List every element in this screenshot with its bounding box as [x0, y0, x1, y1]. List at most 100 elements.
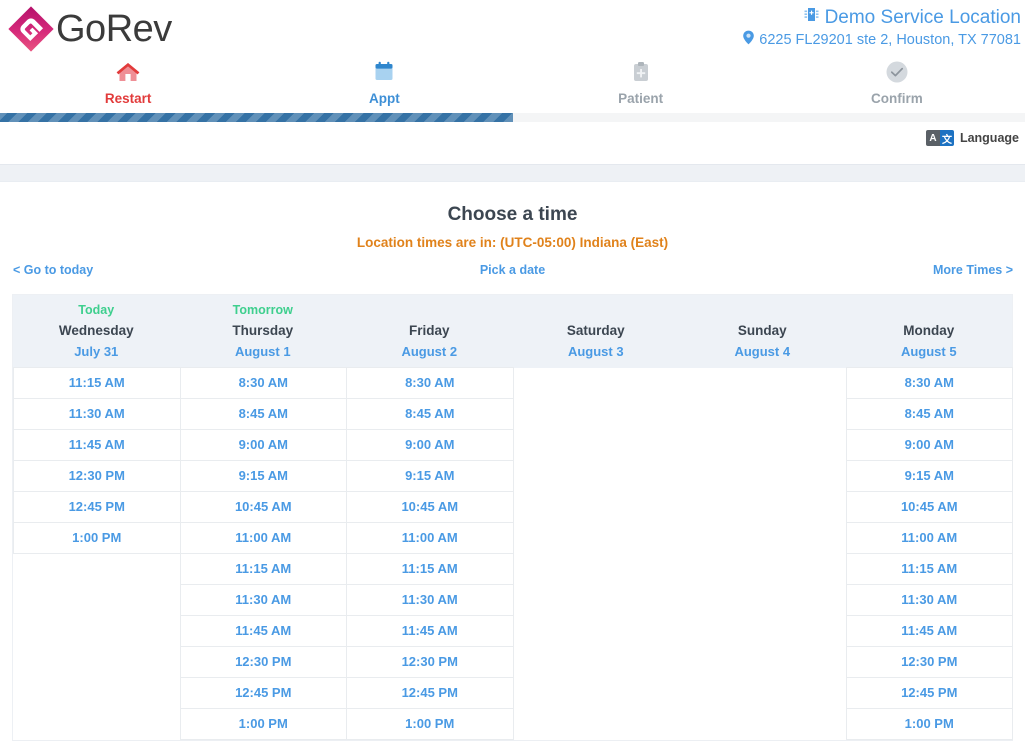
- brand-name: GoRev: [56, 8, 172, 50]
- map-pin-icon: [742, 30, 755, 51]
- translate-icon: A 文: [925, 130, 954, 146]
- time-slot-button[interactable]: 12:30 PM: [346, 646, 514, 678]
- day-relative-label: Tomorrow: [232, 303, 293, 317]
- time-slot-button[interactable]: 11:45 AM: [13, 429, 181, 461]
- time-slot-button[interactable]: 12:30 PM: [179, 646, 347, 678]
- service-location-address-row: 6225 FL29201 ste 2, Houston, TX 77081: [742, 30, 1021, 51]
- step-appt-label: Appt: [369, 91, 400, 106]
- service-location-block: Demo Service Location 6225 FL29201 ste 2…: [742, 6, 1021, 51]
- day-date-label[interactable]: August 1: [180, 344, 347, 359]
- service-location-name: Demo Service Location: [824, 6, 1021, 28]
- time-slot-button[interactable]: 11:30 AM: [13, 398, 181, 430]
- day-date-label[interactable]: August 4: [679, 344, 846, 359]
- time-slot-button[interactable]: 12:45 PM: [346, 677, 514, 709]
- timezone-note: Location times are in: (UTC-05:00) India…: [356, 235, 669, 250]
- progress-bar-fill: [0, 113, 513, 122]
- time-slot-button[interactable]: 8:45 AM: [179, 398, 347, 430]
- calendar-day-header: Monday August 5: [846, 295, 1013, 368]
- time-slot-button[interactable]: 8:45 AM: [346, 398, 514, 430]
- time-slot-button[interactable]: 11:15 AM: [179, 553, 347, 585]
- calendar-day-header: Sunday August 4: [679, 295, 846, 368]
- time-slot-button[interactable]: 12:30 PM: [13, 460, 181, 492]
- calendar-day-column: 11:15 AM 11:30 AM 11:45 AM 12:30 PM 12:45 PM…: [13, 367, 181, 740]
- time-slot-button[interactable]: 11:45 AM: [346, 615, 514, 647]
- time-slot-button[interactable]: 8:30 AM: [346, 367, 514, 399]
- time-slot-button[interactable]: 1:00 PM: [179, 708, 347, 740]
- home-icon: [115, 59, 141, 85]
- brand-logo[interactable]: GoRev: [8, 6, 172, 52]
- calendar-day-header: Saturday August 3: [513, 295, 680, 368]
- calendar-day-header: Today Wednesday July 31: [13, 295, 180, 368]
- appointment-scheduler-page: GoRev Demo Service Location 6225 FL29201…: [0, 0, 1025, 747]
- day-name-label: Thursday: [232, 323, 294, 338]
- step-confirm[interactable]: Confirm: [769, 56, 1025, 113]
- section-divider: [0, 164, 1025, 182]
- calendar-day-column: 8:30 AM 8:45 AM 9:00 AM 9:15 AM 10:45 AM 11:0…: [179, 367, 347, 740]
- translate-icon-latin-glyph: A: [925, 130, 940, 146]
- calendar-day-column: [513, 368, 680, 740]
- time-slot-button[interactable]: 11:45 AM: [845, 615, 1013, 647]
- time-slot-button[interactable]: 12:45 PM: [845, 677, 1013, 709]
- day-relative-label: Today: [78, 303, 115, 317]
- time-slot-button[interactable]: 8:30 AM: [845, 367, 1013, 399]
- time-slot-button[interactable]: 8:30 AM: [179, 367, 347, 399]
- time-slot-button[interactable]: 1:00 PM: [346, 708, 514, 740]
- pick-a-date-link[interactable]: Pick a date: [480, 263, 545, 277]
- time-slot-button[interactable]: 8:45 AM: [845, 398, 1013, 430]
- time-slot-button[interactable]: 9:00 AM: [179, 429, 347, 461]
- hospital-icon: [803, 6, 820, 29]
- time-slot-button[interactable]: 11:15 AM: [346, 553, 514, 585]
- day-name-label: Sunday: [737, 323, 787, 338]
- time-slot-button[interactable]: 9:00 AM: [346, 429, 514, 461]
- step-restart[interactable]: Restart: [0, 56, 256, 113]
- step-appt[interactable]: Appt: [256, 56, 512, 113]
- time-slot-button[interactable]: 9:15 AM: [179, 460, 347, 492]
- calendar-body: 11:15 AM 11:30 AM 11:45 AM 12:30 PM 12:45 PM…: [13, 367, 1013, 740]
- day-date-label[interactable]: July 31: [13, 344, 180, 359]
- calendar-day-column: [679, 368, 846, 740]
- time-slot-calendar: Today Wednesday July 31 Tomorrow Thursday Aug…: [12, 294, 1013, 740]
- clipboard-plus-icon: [631, 59, 651, 85]
- language-button[interactable]: A 文 Language: [925, 130, 1019, 146]
- time-slot-button[interactable]: 11:00 AM: [845, 522, 1013, 554]
- time-slot-button[interactable]: 11:30 AM: [845, 584, 1013, 616]
- time-slot-button[interactable]: 11:15 AM: [13, 367, 181, 399]
- step-patient[interactable]: Patient: [513, 56, 769, 113]
- time-slot-button[interactable]: 10:45 AM: [179, 491, 347, 523]
- time-slot-button[interactable]: 12:45 PM: [13, 491, 181, 523]
- time-slot-button[interactable]: 11:45 AM: [179, 615, 347, 647]
- check-circle-icon: [885, 59, 909, 85]
- time-slot-button[interactable]: 9:00 AM: [845, 429, 1013, 461]
- calendar-day-header: Friday August 2: [346, 295, 513, 368]
- time-slot-button[interactable]: 11:00 AM: [179, 522, 347, 554]
- time-slot-button[interactable]: 9:15 AM: [845, 460, 1013, 492]
- time-slot-button[interactable]: 11:30 AM: [179, 584, 347, 616]
- calendar-header-row: Today Wednesday July 31 Tomorrow Thursday Aug…: [13, 295, 1012, 368]
- calendar-day-header: Tomorrow Thursday August 1: [180, 295, 347, 368]
- day-date-label[interactable]: August 2: [346, 344, 513, 359]
- time-slot-button[interactable]: 11:15 AM: [845, 553, 1013, 585]
- day-name-label: Friday: [408, 323, 450, 338]
- time-slot-button[interactable]: 11:00 AM: [346, 522, 514, 554]
- time-slot-button[interactable]: 10:45 AM: [346, 491, 514, 523]
- step-patient-label: Patient: [618, 91, 664, 106]
- day-date-label[interactable]: August 5: [846, 344, 1013, 359]
- day-name-label: Wednesday: [58, 323, 134, 338]
- time-slot-button[interactable]: 11:30 AM: [346, 584, 514, 616]
- time-slot-button[interactable]: 12:45 PM: [179, 677, 347, 709]
- service-location-name-row: Demo Service Location: [742, 6, 1021, 29]
- day-date-label[interactable]: August 3: [513, 344, 680, 359]
- calendar-nav-row: < Go to today Pick a date More Times >: [0, 259, 1025, 285]
- language-label: Language: [959, 131, 1019, 145]
- time-slot-button[interactable]: 9:15 AM: [346, 460, 514, 492]
- wizard-steps: Restart Appt Patient Confirm: [0, 56, 1025, 113]
- day-name-label: Saturday: [566, 323, 625, 338]
- time-slot-button[interactable]: 1:00 PM: [845, 708, 1013, 740]
- more-times-link[interactable]: More Times >: [933, 263, 1013, 277]
- time-slot-button[interactable]: 10:45 AM: [845, 491, 1013, 523]
- time-slot-button[interactable]: 1:00 PM: [13, 522, 181, 554]
- page-header: GoRev Demo Service Location 6225 FL29201…: [0, 0, 1025, 56]
- calendar-icon: [373, 59, 395, 85]
- step-restart-label: Restart: [104, 91, 152, 106]
- time-slot-button[interactable]: 12:30 PM: [845, 646, 1013, 678]
